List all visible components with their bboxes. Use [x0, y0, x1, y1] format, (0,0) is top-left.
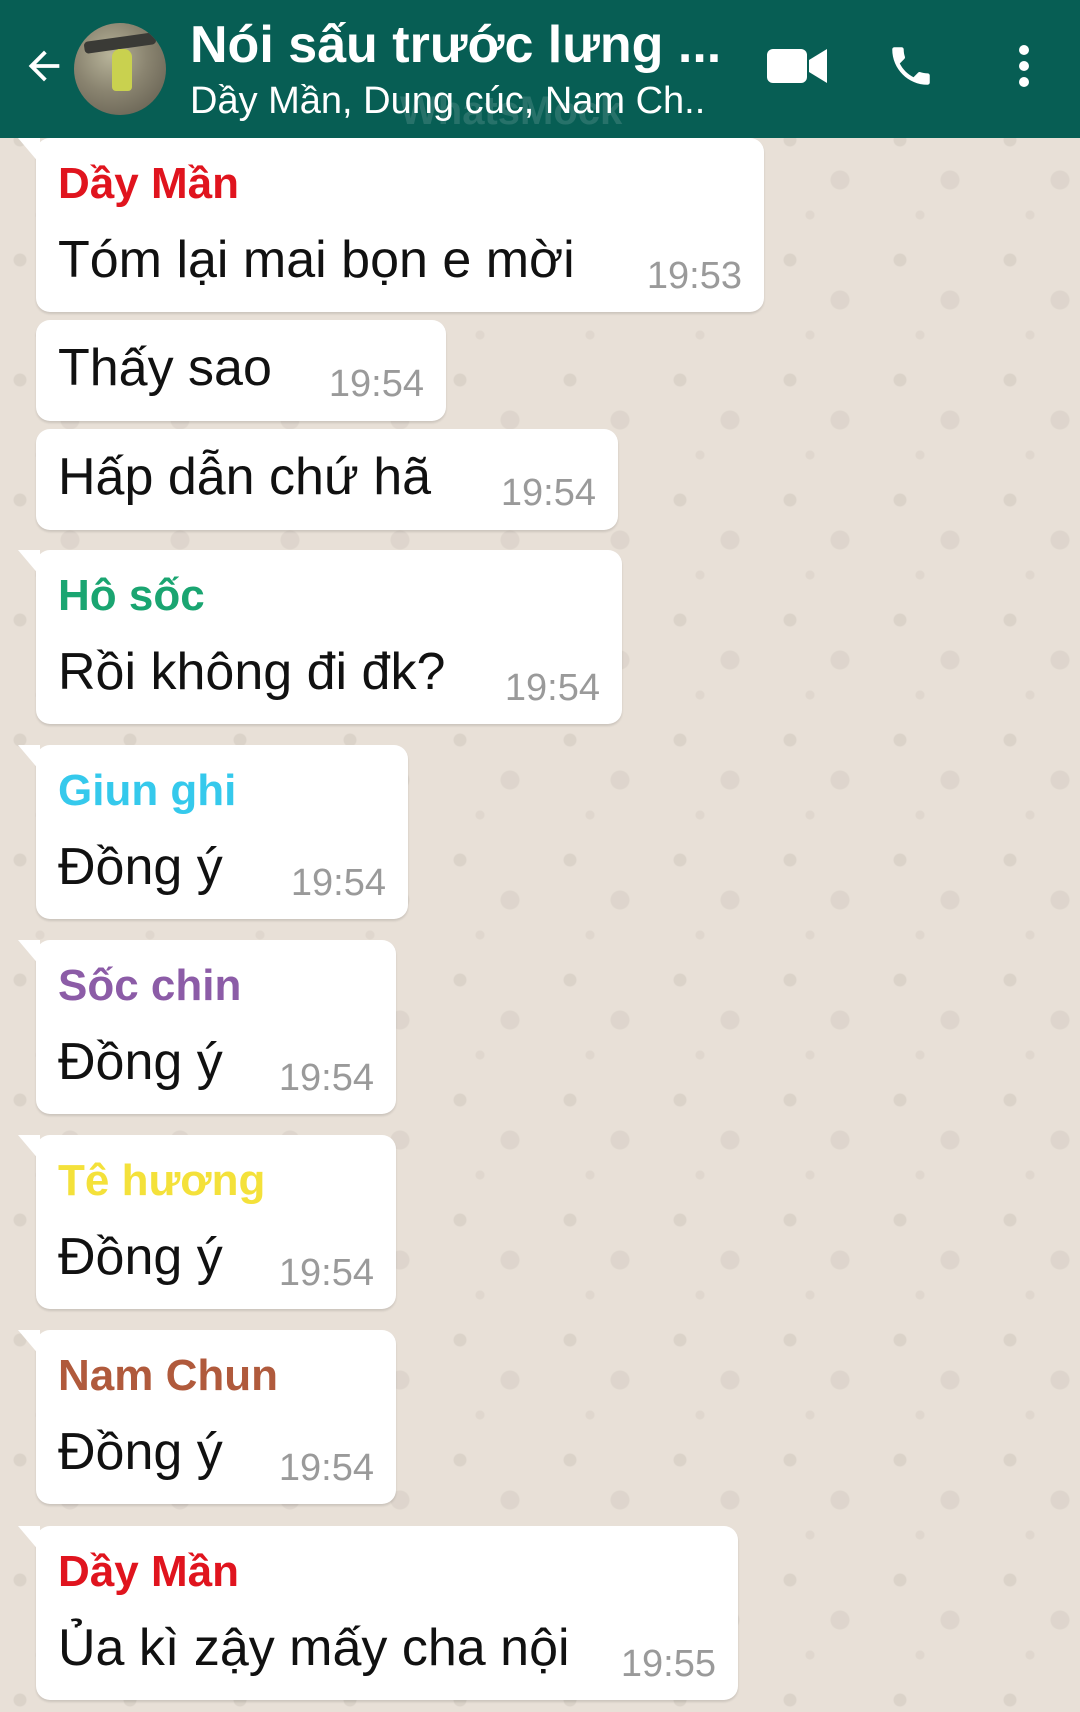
- message-text: Đồng ý: [58, 838, 223, 896]
- message-text: Tóm lại mai bọn e mời: [58, 231, 575, 289]
- message-time: 19:54: [500, 472, 596, 514]
- message-text: Đồng ý: [58, 1228, 223, 1286]
- message-bubble[interactable]: Giun ghi Đồng ý 19:54: [18, 745, 408, 919]
- message-bubble[interactable]: Dầy Mần Ủa kì zậy mấy cha nội 19:55: [18, 1526, 738, 1700]
- message-time: 19:54: [278, 1447, 374, 1489]
- message-time: 19:54: [328, 363, 424, 405]
- message-sender: Sốc chin: [58, 961, 242, 1010]
- message-bubble[interactable]: Dầy Mần Tóm lại mai bọn e mời 19:53: [18, 138, 764, 312]
- message-sender: Giun ghi: [58, 766, 237, 815]
- video-call-button[interactable]: [762, 38, 834, 98]
- arrow-left-icon: [21, 43, 67, 94]
- message-text: Đồng ý: [58, 1423, 223, 1481]
- message-bubble[interactable]: Tê hương Đồng ý 19:54: [18, 1135, 396, 1309]
- message-bubble[interactable]: Hấp dẫn chứ hã 19:54: [36, 429, 618, 530]
- chat-title[interactable]: Nói sấu trước lưng ...: [190, 14, 730, 76]
- voice-call-button[interactable]: [876, 38, 946, 98]
- message-time: 19:54: [504, 667, 600, 709]
- message-text: Hấp dẫn chứ hã: [58, 448, 432, 506]
- message-time: 19:55: [620, 1643, 716, 1685]
- more-options-button[interactable]: [1000, 38, 1048, 98]
- message-bubble[interactable]: Thấy sao 19:54: [36, 320, 446, 421]
- message-time: 19:54: [278, 1057, 374, 1099]
- message-time: 19:53: [646, 255, 742, 297]
- phone-icon: [886, 41, 936, 96]
- message-time: 19:54: [278, 1252, 374, 1294]
- message-text: Đồng ý: [58, 1033, 223, 1091]
- more-vertical-icon: [1017, 44, 1031, 93]
- message-bubble[interactable]: Nam Chun Đồng ý 19:54: [18, 1330, 396, 1504]
- message-sender: Tê hương: [58, 1156, 266, 1205]
- video-camera-icon: [767, 46, 829, 91]
- chat-participants[interactable]: Dầy Mần, Dung cúc, Nam Ch..: [190, 78, 730, 124]
- message-text: Rồi không đi đk?: [58, 643, 446, 701]
- message-time: 19:54: [290, 862, 386, 904]
- message-sender: Dầy Mần: [58, 1547, 239, 1596]
- group-avatar[interactable]: [74, 23, 166, 115]
- back-button[interactable]: [14, 38, 74, 98]
- message-text: Ủa kì zậy mấy cha nội: [58, 1619, 570, 1677]
- chat-header: Nói sấu trước lưng ... WhatsMock Dầy Mần…: [0, 0, 1080, 138]
- message-sender: Nam Chun: [58, 1351, 278, 1400]
- message-bubble[interactable]: Sốc chin Đồng ý 19:54: [18, 940, 396, 1114]
- message-bubble[interactable]: Hô sốc Rồi không đi đk? 19:54: [18, 550, 622, 724]
- message-sender: Dầy Mần: [58, 159, 239, 208]
- message-text: Thấy sao: [58, 339, 272, 397]
- message-sender: Hô sốc: [58, 571, 205, 620]
